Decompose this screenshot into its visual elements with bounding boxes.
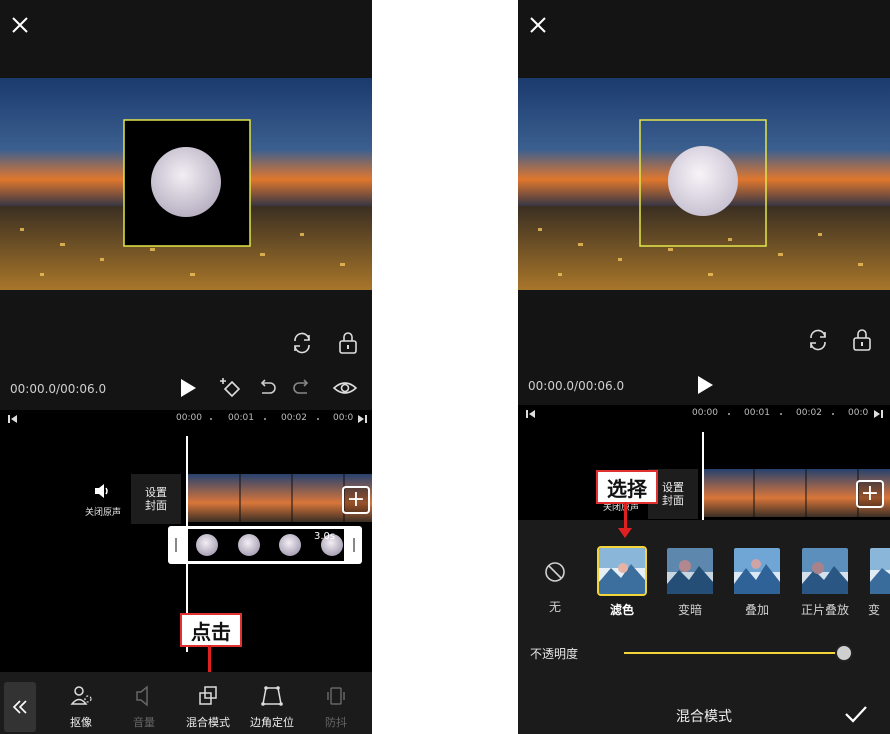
ban-icon [543, 560, 567, 584]
play-icon[interactable] [695, 375, 715, 395]
blend-mode-icon [199, 686, 217, 705]
blend-mode-more[interactable]: 变 [868, 546, 890, 618]
mute-label[interactable]: 关闭原声 [80, 505, 126, 518]
check-icon[interactable] [844, 704, 868, 728]
opacity-slider-track[interactable] [624, 652, 844, 654]
undo-icon[interactable] [257, 378, 277, 398]
top-bar [0, 0, 372, 78]
tool-cutout[interactable]: 抠像 [51, 684, 111, 732]
keyframe-icon[interactable] [218, 376, 244, 400]
video-preview [518, 78, 890, 290]
callout-arrow-head [618, 528, 632, 538]
blend-mode-multiply[interactable]: 正片叠放 [800, 546, 850, 618]
blend-mode-thumb [800, 546, 850, 596]
blend-mode-label: 无 [548, 600, 561, 614]
blend-mode-label: 变暗 [677, 603, 702, 617]
close-icon[interactable] [528, 15, 548, 35]
tool-cutout-label: 抠像 [70, 716, 92, 729]
play-icon[interactable] [178, 378, 198, 398]
rotate-icon[interactable] [806, 328, 830, 352]
ruler-tick: 00:01 [744, 408, 770, 418]
blend-mode-thumb [597, 546, 647, 596]
tool-blend-mode-label: 混合模式 [186, 716, 230, 729]
skip-end-icon[interactable] [873, 409, 883, 419]
blend-mode-label: 滤色 [609, 603, 634, 617]
skip-start-icon[interactable] [8, 414, 18, 424]
tool-stabilize-label: 防抖 [325, 716, 347, 729]
speaker-icon[interactable] [93, 483, 111, 499]
callout-select: 选择 [596, 470, 658, 504]
corner-pin-icon [261, 686, 283, 706]
set-cover-label: 设置 封面 [662, 481, 684, 507]
left-screen: 00:00.0/00:06.0 00:00 00:01 00:02 00:0 关… [0, 0, 372, 734]
playhead[interactable] [702, 432, 704, 520]
eye-icon[interactable] [332, 378, 358, 398]
tool-volume-label: 音量 [133, 716, 155, 729]
overlay-clip[interactable]: 3.0s [168, 526, 362, 564]
ruler-tick: 00:02 [796, 408, 822, 418]
skip-end-icon[interactable] [357, 414, 367, 424]
blend-mode-label: 正片叠放 [800, 603, 849, 617]
redo-icon[interactable] [292, 378, 312, 398]
blend-mode-thumb [868, 546, 890, 596]
timecode: 00:00.0/00:06.0 [10, 382, 107, 396]
blend-mode-thumb [732, 546, 782, 596]
rotate-icon[interactable] [290, 331, 314, 355]
volume-icon [136, 685, 148, 707]
opacity-slider-knob[interactable] [835, 644, 853, 662]
lock-icon[interactable] [851, 328, 873, 352]
ruler-tick: 00:00 [176, 413, 202, 423]
set-cover-label: 设置 封面 [145, 486, 167, 512]
clip-duration: 3.0s [314, 531, 336, 542]
tool-corner-pin[interactable]: 边角定位 [242, 684, 302, 732]
tool-blend-mode[interactable]: 混合模式 [178, 684, 238, 732]
callout-arrow [208, 645, 211, 675]
close-icon[interactable] [10, 15, 30, 35]
collapse-button[interactable] [4, 682, 36, 732]
tool-corner-pin-label: 边角定位 [250, 716, 294, 729]
timeline-ruler: 00:00 00:01 00:02 00:0 [518, 405, 890, 423]
ruler-tick: 00:01 [228, 413, 254, 423]
timecode: 00:00.0/00:06.0 [528, 379, 625, 393]
skip-start-icon[interactable] [526, 409, 536, 419]
top-bar [518, 0, 890, 78]
lock-icon[interactable] [337, 331, 359, 355]
blend-mode-screen[interactable]: 滤色 [597, 546, 647, 618]
blend-mode-none[interactable]: 无 [530, 560, 580, 615]
timeline-ruler: 00:00 00:01 00:02 00:0 [0, 410, 372, 428]
ruler-tick: 00:0 [848, 408, 869, 418]
tool-volume: 音量 [114, 684, 174, 732]
tool-stabilize: 防抖 [306, 684, 366, 732]
panel-title: 混合模式 [676, 709, 732, 725]
blend-mode-thumb [665, 546, 715, 596]
opacity-label: 不透明度 [530, 647, 579, 661]
stabilize-icon [327, 687, 345, 705]
bottom-toolbar: 抠像 音量 混合模式 边角定位 防抖 [0, 672, 372, 734]
blend-mode-overlay[interactable]: 叠加 [732, 546, 782, 618]
cutout-icon [70, 686, 92, 705]
video-preview [0, 78, 372, 290]
right-screen: 00:00.0/00:06.0 00:00 00:01 00:02 00:0 关… [518, 0, 890, 734]
blend-mode-label: 变 [868, 603, 881, 617]
callout-arrow [624, 502, 627, 530]
ruler-tick: 00:00 [692, 408, 718, 418]
double-chevron-left-icon [12, 700, 27, 714]
ruler-tick: 00:02 [281, 413, 307, 423]
add-clip-button[interactable]: + [342, 486, 370, 514]
blend-mode-darken[interactable]: 变暗 [665, 546, 715, 618]
ruler-tick: 00:0 [333, 413, 354, 423]
add-clip-button[interactable]: + [856, 480, 884, 508]
set-cover-button[interactable]: 设置 封面 [131, 474, 181, 524]
blend-mode-label: 叠加 [744, 603, 769, 617]
callout-click: 点击 [180, 613, 242, 647]
